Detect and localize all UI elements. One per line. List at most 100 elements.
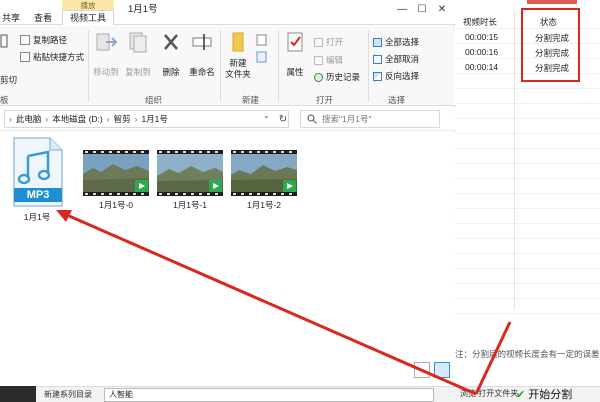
- delete-label: 删除: [162, 67, 180, 77]
- move-to-icon: [96, 33, 118, 51]
- file-name: 1月1号-1: [172, 200, 207, 210]
- browse-open-folder-buttons[interactable]: 浏览 打开文件夹: [460, 388, 518, 402]
- new-item-icon[interactable]: [256, 34, 270, 46]
- window-title: 1月1号: [128, 4, 158, 15]
- row-duration: 00:00:16: [465, 47, 499, 57]
- video-thumbnail: [231, 150, 297, 196]
- group-label-new: 新建: [242, 95, 260, 105]
- video-thumbnail: [157, 150, 223, 196]
- refresh-icon[interactable]: ↻: [276, 113, 290, 127]
- copy-to-button[interactable]: 复制到: [124, 30, 152, 78]
- address-row: › 此电脑 › 本地磁盘 (D:) › 智剪 › 1月1号 ⌄ ↻ 搜索"1月1…: [0, 107, 455, 131]
- file-name: 1月1号-0: [98, 200, 133, 210]
- breadcrumb-item[interactable]: 本地磁盘 (D:): [52, 113, 103, 125]
- open-button[interactable]: 打开: [314, 36, 343, 48]
- tab-share[interactable]: 共享: [2, 11, 20, 24]
- group-label-open: 打开: [316, 95, 334, 105]
- chevron-right-icon: ›: [106, 114, 110, 124]
- file-item-video[interactable]: 1月1号-2: [227, 136, 301, 211]
- file-item-mp3[interactable]: MP3 1月1号: [4, 136, 70, 223]
- view-mode-switch: [414, 362, 452, 380]
- output-folder-label: 新建系列目录: [44, 390, 92, 399]
- rename-icon: [192, 34, 212, 50]
- pin-icon[interactable]: [0, 34, 8, 48]
- chevron-right-icon: ›: [134, 114, 138, 124]
- edit-button[interactable]: 编辑: [314, 54, 343, 66]
- start-split-label: 开始分割: [528, 389, 573, 401]
- details-view-icon[interactable]: [414, 362, 430, 378]
- maximize-icon[interactable]: ☐: [414, 3, 430, 17]
- new-folder-button[interactable]: 新建 文件夹: [224, 30, 252, 80]
- ribbon-separator: [368, 30, 369, 102]
- ribbon-separator: [220, 30, 221, 102]
- new-item-icon: [256, 34, 267, 46]
- taskbar-edge: [0, 386, 36, 402]
- copy-path-label: 复制路径: [33, 35, 68, 45]
- select-all-label: 全部选择: [385, 37, 420, 47]
- edit-label: 编辑: [326, 55, 344, 65]
- copy-path-button[interactable]: 复制路径: [20, 34, 67, 46]
- open-icon: [314, 37, 323, 47]
- search-icon: [307, 114, 317, 124]
- properties-icon: [287, 32, 303, 52]
- chevron-down-icon[interactable]: ⌄: [263, 111, 270, 120]
- video-thumbnail: [83, 150, 149, 196]
- file-explorer-window: 共享 查看 播放 视频工具 1月1号 — ☐ ✕ 复制路径 粘贴快捷方式 剪切 …: [0, 0, 455, 386]
- close-icon[interactable]: ✕: [434, 3, 450, 17]
- tab-video-tools[interactable]: 视频工具: [62, 10, 114, 25]
- history-label: 历史记录: [326, 72, 361, 82]
- delete-button[interactable]: 删除: [160, 30, 182, 78]
- open-label: 打开: [326, 37, 344, 47]
- paste-shortcut-label: 粘贴快捷方式: [33, 52, 85, 62]
- select-all-icon: [373, 37, 382, 47]
- column-header-duration: 视频时长: [463, 17, 498, 27]
- rename-button[interactable]: 重命名: [188, 30, 216, 78]
- breadcrumb-item[interactable]: 智剪: [114, 113, 131, 125]
- leaf-icon: ✔: [516, 389, 526, 401]
- easy-access-icon[interactable]: [256, 51, 270, 63]
- select-all-button[interactable]: 全部选择: [373, 36, 419, 48]
- tab-view[interactable]: 查看: [34, 11, 52, 24]
- window-controls: — ☐ ✕: [392, 0, 455, 25]
- file-name: 1月1号: [23, 212, 51, 222]
- group-label-clipboard: 板: [0, 95, 9, 105]
- cut-button[interactable]: 剪切: [0, 74, 17, 86]
- select-none-button[interactable]: 全部取消: [373, 53, 419, 65]
- search-placeholder: 搜索"1月1号": [322, 114, 372, 124]
- history-button[interactable]: 历史记录: [314, 71, 360, 83]
- large-icons-view-icon[interactable]: [434, 362, 450, 378]
- copy-path-icon: [20, 35, 30, 45]
- ribbon-separator: [278, 30, 279, 102]
- mp3-file-icon: MP3: [10, 136, 64, 208]
- minimize-icon[interactable]: —: [394, 3, 410, 17]
- breadcrumb-item[interactable]: 此电脑: [16, 113, 42, 125]
- new-folder-label: 新建 文件夹: [225, 58, 251, 79]
- file-list-area: MP3 1月1号 1月1号-0 1月1号-1 1月1号-2: [0, 132, 455, 386]
- paste-shortcut-button[interactable]: 粘贴快捷方式: [20, 51, 84, 63]
- properties-button[interactable]: 属性: [282, 30, 308, 78]
- move-to-label: 移动到: [93, 67, 119, 77]
- breadcrumb-item[interactable]: 1月1号: [141, 113, 167, 125]
- file-item-video[interactable]: 1月1号-1: [153, 136, 227, 211]
- move-to-button[interactable]: 移动到: [92, 30, 120, 78]
- output-folder-input[interactable]: 人智能: [104, 388, 434, 402]
- status-highlight-box: [521, 8, 580, 82]
- breadcrumb[interactable]: › 此电脑 › 本地磁盘 (D:) › 智剪 › 1月1号: [4, 110, 289, 128]
- invert-selection-label: 反向选择: [385, 71, 420, 81]
- chevron-right-icon: ›: [45, 114, 49, 124]
- invert-selection-icon: [373, 71, 382, 81]
- cut-label: 剪切: [0, 75, 18, 85]
- rename-label: 重命名: [189, 67, 215, 77]
- file-name: 1月1号-2: [246, 200, 281, 210]
- file-item-video[interactable]: 1月1号-0: [79, 136, 153, 211]
- start-split-button[interactable]: ✔ 开始分割: [516, 386, 600, 402]
- chevron-right-icon: ›: [9, 114, 12, 124]
- row-duration: 00:00:15: [465, 32, 499, 42]
- invert-selection-button[interactable]: 反向选择: [373, 70, 419, 82]
- easy-access-icon: [256, 51, 267, 63]
- group-label-organize: 组织: [145, 95, 163, 105]
- pin-icon: [0, 34, 8, 48]
- search-input[interactable]: 搜索"1月1号": [300, 110, 440, 128]
- group-label-select: 选择: [388, 95, 406, 105]
- copy-to-icon: [129, 32, 147, 53]
